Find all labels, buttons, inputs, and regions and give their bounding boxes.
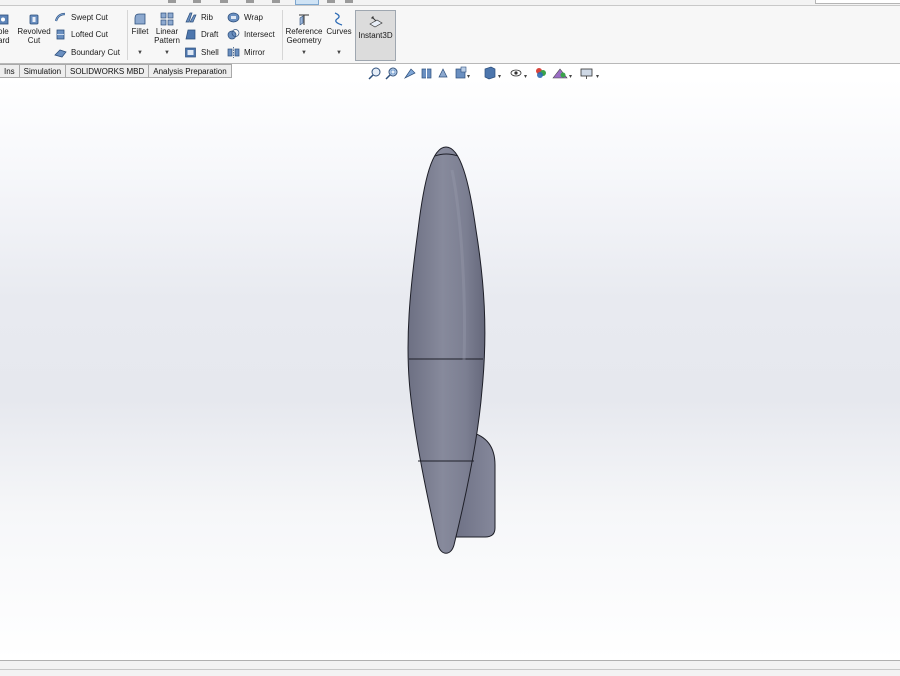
apply-scene-icon[interactable]: ▾: [552, 68, 572, 80]
fillet-dropdown-arrow[interactable]: ▼: [137, 50, 143, 56]
ribbon-separator: [127, 10, 128, 60]
svg-text:▾: ▾: [569, 73, 572, 80]
tab-plugins[interactable]: Ins: [0, 64, 20, 78]
fillet-label: Fillet: [131, 27, 149, 36]
status-bar-divider: [0, 669, 900, 670]
mirror-label: Mirror: [244, 48, 265, 57]
instant3d-button[interactable]: Instant3D: [355, 10, 396, 61]
linear-pattern-label-2: Pattern: [154, 36, 180, 45]
save-icon[interactable]: [220, 0, 228, 3]
new-icon[interactable]: [168, 0, 176, 3]
reference-geometry-label-2: Geometry: [286, 36, 322, 45]
shell-button[interactable]: Shell: [184, 46, 224, 60]
linear-pattern-icon: [160, 12, 174, 26]
hole-wizard-icon: [0, 14, 9, 25]
linear-pattern-label-1: Linear: [155, 27, 179, 36]
hide-show-items-icon[interactable]: ▾: [510, 69, 527, 80]
rib-icon: [185, 12, 197, 23]
svg-text:▾: ▾: [498, 73, 501, 80]
curves-dropdown-arrow[interactable]: ▼: [336, 50, 342, 56]
tab-solidworks-mbd[interactable]: SOLIDWORKS MBD: [66, 64, 150, 78]
display-style-icon[interactable]: ▾: [484, 66, 501, 80]
draft-icon: [185, 29, 196, 40]
shell-icon: [185, 47, 196, 58]
mirror-button[interactable]: Mirror: [227, 46, 277, 60]
draft-label: Draft: [201, 30, 219, 39]
zoom-to-fit-icon[interactable]: [368, 67, 381, 80]
zoom-to-area-icon[interactable]: [385, 67, 398, 80]
curves-button[interactable]: Curves ▼: [325, 12, 353, 60]
boundary-cut-icon: [54, 49, 67, 58]
search-box[interactable]: [815, 0, 900, 4]
draft-button[interactable]: Draft: [184, 28, 224, 42]
model-view: [407, 146, 496, 554]
wrap-icon: [227, 12, 240, 23]
tab-analysis-preparation[interactable]: Analysis Preparation: [149, 64, 232, 78]
select-tool-icon[interactable]: [295, 0, 319, 5]
open-icon[interactable]: [193, 0, 201, 3]
linear-pattern-button[interactable]: Linear Pattern ▼: [153, 12, 181, 60]
svg-text:▾: ▾: [596, 73, 599, 80]
heads-up-view-toolbar: ▾ ▾ ▾ ▾ ▾: [367, 66, 603, 80]
curves-icon: [334, 12, 343, 26]
shell-label: Shell: [201, 48, 219, 57]
mirror-icon: [227, 47, 240, 58]
revolved-cut-label-2: Cut: [27, 36, 41, 45]
hole-wizard-label-1: ole: [0, 27, 9, 36]
swept-cut-button[interactable]: Swept Cut: [54, 11, 124, 25]
svg-text:▾: ▾: [524, 73, 527, 80]
reference-geometry-icon: [299, 14, 309, 26]
svg-text:▾: ▾: [467, 73, 470, 80]
revolved-cut-label-1: Revolved: [17, 27, 51, 36]
instant3d-icon: [369, 16, 383, 28]
intersect-label: Intersect: [244, 30, 275, 39]
section-view-icon[interactable]: [421, 68, 432, 79]
fillet-icon: [134, 13, 146, 25]
revolved-cut-button[interactable]: Revolved Cut: [17, 12, 51, 56]
view-toolbar-icons: ▾ ▾ ▾ ▾ ▾: [368, 66, 599, 80]
wrap-button[interactable]: Wrap: [227, 11, 277, 25]
instant3d-label: Instant3D: [358, 31, 393, 40]
intersect-button[interactable]: Intersect: [227, 28, 279, 42]
reference-geometry-button[interactable]: Reference Geometry ▼: [285, 12, 323, 60]
reference-geometry-dropdown-arrow[interactable]: ▼: [301, 50, 307, 56]
swept-cut-icon: [54, 12, 66, 22]
command-manager-ribbon: ole ard Revolved Cut Swept Cut Lofted Cu…: [0, 6, 900, 64]
rib-label: Rib: [201, 13, 214, 22]
lofted-cut-icon: [56, 29, 65, 40]
boundary-cut-label: Boundary Cut: [71, 48, 120, 57]
print-icon[interactable]: [246, 0, 254, 3]
swept-cut-label: Swept Cut: [71, 13, 108, 22]
boundary-cut-button[interactable]: Boundary Cut: [54, 46, 124, 60]
undo-icon[interactable]: [272, 0, 280, 3]
hole-wizard-label-2: ard: [0, 36, 10, 45]
intersect-icon: [227, 29, 240, 40]
linear-pattern-dropdown-arrow[interactable]: ▼: [164, 50, 170, 56]
view-orientation-icon[interactable]: ▾: [455, 66, 470, 80]
command-manager-tabs: Ins Simulation SOLIDWORKS MBD Analysis P…: [0, 64, 232, 78]
hole-wizard-button[interactable]: ole ard: [0, 12, 14, 52]
previous-view-icon[interactable]: [403, 68, 416, 79]
rebuild-icon[interactable]: [327, 0, 335, 3]
ribbon-separator: [282, 10, 283, 60]
edit-appearance-icon[interactable]: [536, 68, 546, 78]
status-bar: [0, 660, 900, 676]
tab-simulation[interactable]: Simulation: [19, 64, 67, 78]
fillet-button[interactable]: Fillet ▼: [129, 12, 151, 60]
lofted-cut-button[interactable]: Lofted Cut: [54, 28, 124, 42]
graphics-area[interactable]: [0, 79, 900, 660]
lofted-cut-label: Lofted Cut: [71, 30, 108, 39]
reference-geometry-label-1: Reference: [285, 27, 323, 36]
curves-label: Curves: [326, 27, 352, 36]
dynamic-annotation-icon[interactable]: [438, 68, 448, 78]
view-settings-icon[interactable]: ▾: [580, 68, 599, 80]
revolved-cut-icon: [29, 14, 39, 25]
rib-button[interactable]: Rib: [184, 11, 224, 25]
options-icon[interactable]: [345, 0, 353, 3]
wrap-label: Wrap: [244, 13, 263, 22]
